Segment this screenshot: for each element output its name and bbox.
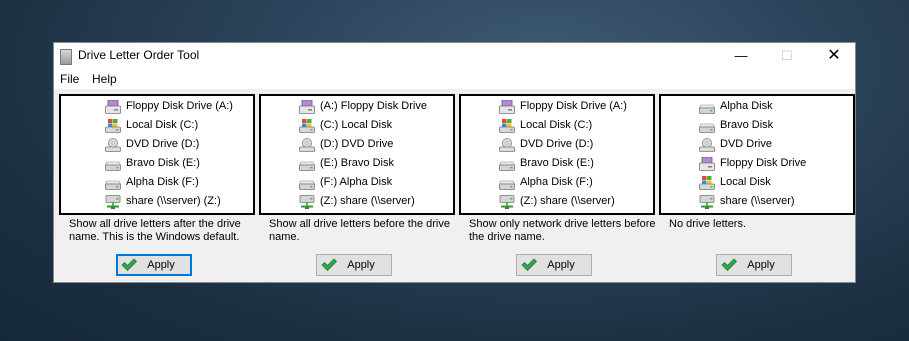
floppy-icon xyxy=(499,99,515,114)
hard-disk-icon xyxy=(299,176,315,190)
drive-label: share (\\server) (Z:) xyxy=(126,195,221,207)
apply-button-label: Apply xyxy=(347,259,375,271)
hard-disk-icon xyxy=(105,176,121,190)
app-window: Drive Letter Order Tool — ☐ ✕ File Help … xyxy=(53,42,856,283)
apply-button[interactable]: Apply xyxy=(316,254,392,276)
menu-file[interactable]: File xyxy=(60,72,79,86)
drive-label: DVD Drive xyxy=(720,138,772,150)
window-title: Drive Letter Order Tool xyxy=(78,48,200,62)
drive-label: Bravo Disk xyxy=(720,119,774,131)
drive-list-panel[interactable]: Floppy Disk Drive (A:) Local Disk (C:) DVD… xyxy=(459,94,655,215)
drive-label: (A:) Floppy Disk Drive xyxy=(320,100,427,112)
network-drive-icon xyxy=(699,195,715,209)
drive-label: (C:) Local Disk xyxy=(320,119,393,131)
dvd-drive-icon xyxy=(699,138,715,152)
dvd-drive-icon xyxy=(499,138,515,152)
drive-label: Floppy Disk Drive (A:) xyxy=(126,100,233,112)
option-description: No drive letters. xyxy=(669,218,747,230)
network-drive-icon xyxy=(105,195,121,209)
hard-disk-icon xyxy=(499,157,515,171)
windows-drive-icon xyxy=(105,119,121,133)
drive-label: (D:) DVD Drive xyxy=(320,138,394,150)
apply-button-label: Apply xyxy=(547,259,575,271)
drive-list-panel[interactable]: Floppy Disk Drive (A:) Local Disk (C:) DVD… xyxy=(59,94,255,215)
hard-disk-icon xyxy=(105,157,121,171)
network-drive-icon xyxy=(499,195,515,209)
drive-list-panel[interactable]: (A:) Floppy Disk Drive (C:) Local Disk (D:… xyxy=(259,94,455,215)
hard-disk-icon xyxy=(699,119,715,133)
drive-label: DVD Drive (D:) xyxy=(126,138,200,150)
apply-button[interactable]: Apply xyxy=(716,254,792,276)
drive-label: (E:) Bravo Disk xyxy=(320,157,394,169)
drive-label: Local Disk xyxy=(720,176,771,188)
app-icon xyxy=(60,49,72,65)
drive-label: Floppy Disk Drive xyxy=(720,157,807,169)
drive-label: Local Disk (C:) xyxy=(520,119,593,131)
drive-label: Bravo Disk (E:) xyxy=(126,157,200,169)
drive-label: Floppy Disk Drive (A:) xyxy=(520,100,627,112)
hard-disk-icon xyxy=(499,176,515,190)
hard-disk-icon xyxy=(299,157,315,171)
option-description: Show only network drive letters before t… xyxy=(469,218,656,243)
floppy-icon xyxy=(299,99,315,114)
menu-bar: File Help xyxy=(54,69,855,89)
drive-label: share (\\server) xyxy=(720,195,795,207)
title-bar: Drive Letter Order Tool — ☐ ✕ xyxy=(54,43,855,69)
menu-help[interactable]: Help xyxy=(92,72,117,86)
apply-button-label: Apply xyxy=(747,259,775,271)
drive-label: Alpha Disk xyxy=(720,100,773,112)
drive-label: DVD Drive (D:) xyxy=(520,138,594,150)
drive-label: (Z:) share (\\server) xyxy=(520,195,615,207)
dvd-drive-icon xyxy=(299,138,315,152)
maximize-button[interactable]: ☐ xyxy=(764,43,810,69)
windows-drive-icon xyxy=(499,119,515,133)
windows-drive-icon xyxy=(699,176,715,190)
network-drive-icon xyxy=(299,195,315,209)
apply-button-label: Apply xyxy=(147,259,175,271)
drive-list-panel[interactable]: Alpha Disk Bravo Disk DVD Drive Floppy Disk… xyxy=(659,94,855,215)
drive-label: Bravo Disk (E:) xyxy=(520,157,594,169)
floppy-icon xyxy=(699,156,715,171)
minimize-button[interactable]: — xyxy=(718,43,764,69)
drive-label: (Z:) share (\\server) xyxy=(320,195,415,207)
drive-label: Alpha Disk (F:) xyxy=(520,176,593,188)
drive-label: (F:) Alpha Disk xyxy=(320,176,393,188)
windows-drive-icon xyxy=(299,119,315,133)
close-button[interactable]: ✕ xyxy=(811,43,857,69)
hard-disk-icon xyxy=(699,100,715,114)
apply-button[interactable]: Apply xyxy=(116,254,192,276)
drive-label: Local Disk (C:) xyxy=(126,119,199,131)
option-description: Show all drive letters before the drive … xyxy=(269,218,450,243)
apply-button[interactable]: Apply xyxy=(516,254,592,276)
drive-label: Alpha Disk (F:) xyxy=(126,176,199,188)
dvd-drive-icon xyxy=(105,138,121,152)
floppy-icon xyxy=(105,99,121,114)
option-description: Show all drive letters after the drive n… xyxy=(69,218,241,243)
